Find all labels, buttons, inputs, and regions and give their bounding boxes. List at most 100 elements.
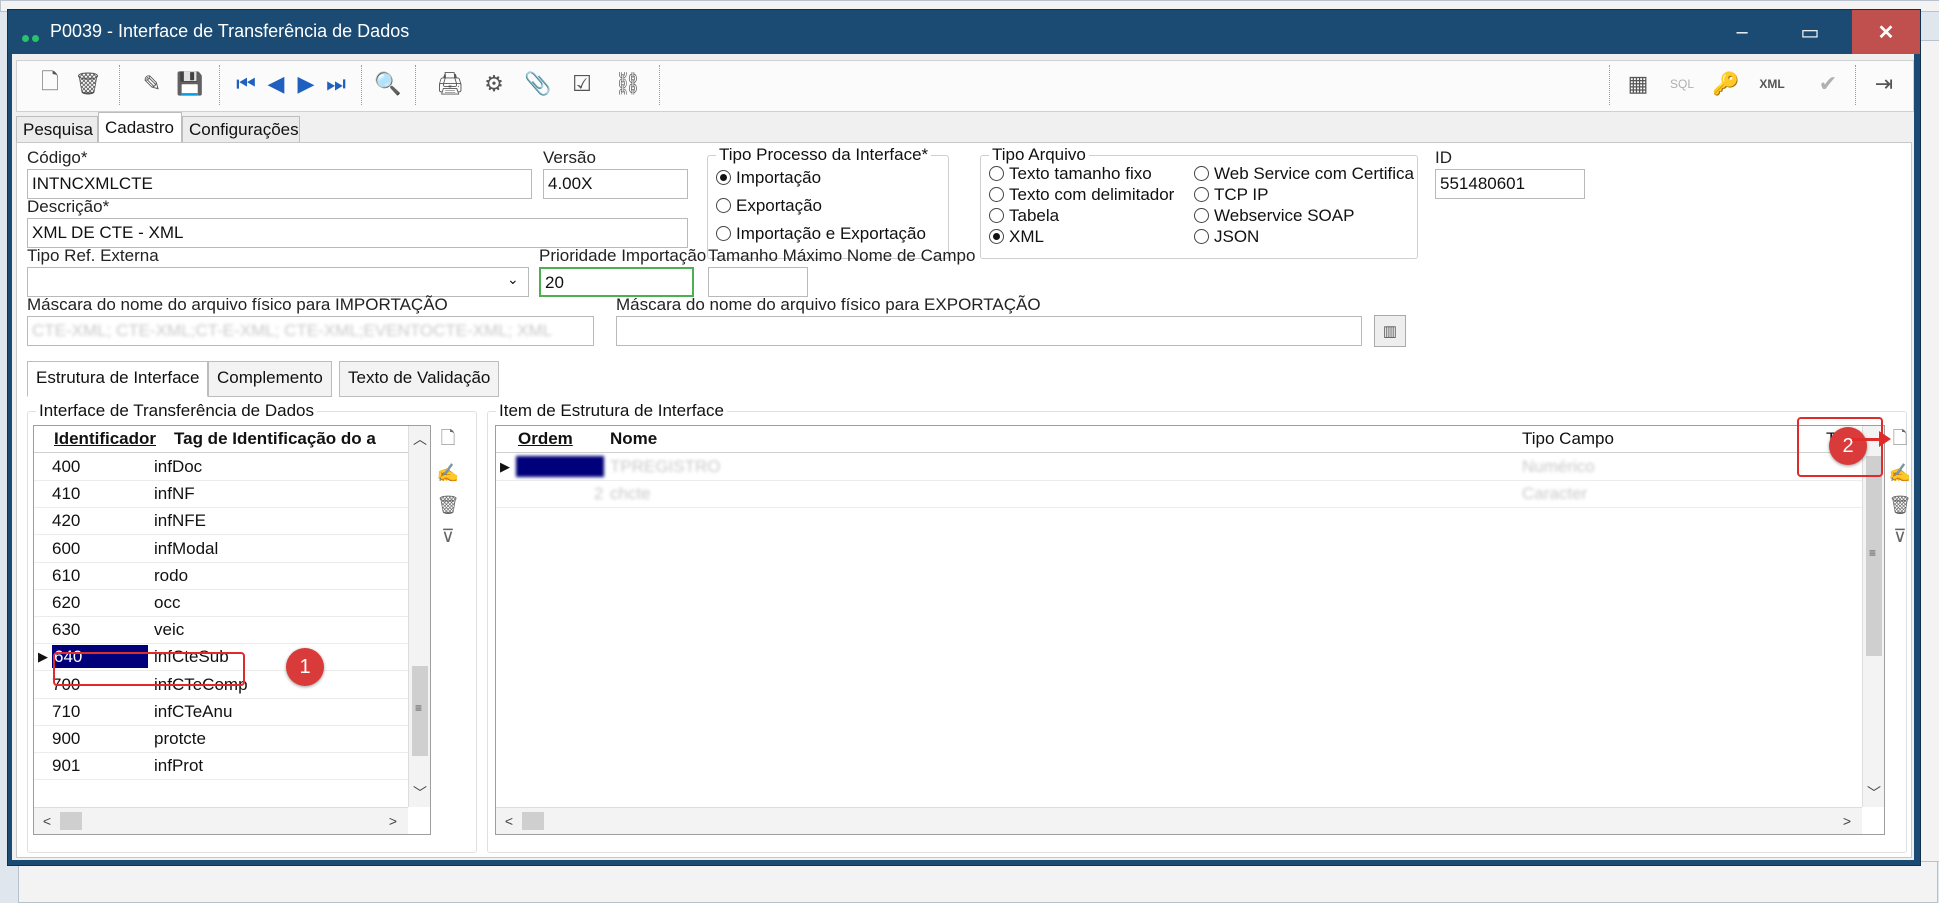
close-button[interactable]: ✕	[1852, 10, 1920, 54]
next-icon[interactable]: ▶	[289, 67, 323, 101]
new-icon[interactable]: 🗋	[33, 67, 67, 101]
interface-grid-header: Identificador Tag de Identificação do a	[34, 426, 430, 453]
radio-xml[interactable]: XML	[989, 227, 1044, 247]
table-row[interactable]: 710 infCTeAnu	[34, 698, 430, 726]
tipo-arquivo-title: Tipo Arquivo	[989, 145, 1089, 165]
table-row[interactable]: 900 protcte	[34, 725, 430, 753]
id-input[interactable]: 551480601	[1435, 169, 1585, 199]
radio-importacao-exportacao[interactable]: Importação e Exportação	[716, 224, 926, 244]
table-row[interactable]: 600 infModal	[34, 535, 430, 563]
chevron-down-icon[interactable]: ⌄	[507, 271, 519, 288]
mascara-exportacao-input[interactable]	[616, 316, 1362, 346]
radio-texto-fixo[interactable]: Texto tamanho fixo	[989, 164, 1152, 184]
check-icon[interactable]: ☑	[565, 67, 599, 101]
add-row-icon[interactable]: 🗋	[435, 428, 461, 454]
identificador-cell: 600	[52, 538, 81, 558]
codigo-input[interactable]: INTNCXMLCTE	[27, 169, 532, 199]
table-row[interactable]: ▶ 1 TPREGISTRO Numérico	[496, 453, 1884, 481]
save-icon[interactable]: 💾	[173, 67, 207, 101]
mascara-importacao-label: Máscara do nome do arquivo físico para I…	[27, 295, 448, 314]
filter-icon[interactable]: ⊽	[435, 523, 461, 549]
item-hscroll[interactable]: < >	[496, 807, 1862, 834]
attach-icon[interactable]: 📎	[521, 67, 555, 101]
interface-group-title: Interface de Transferência de Dados	[36, 401, 317, 421]
subtab-estrutura[interactable]: Estrutura de Interface	[27, 361, 209, 397]
table-row[interactable]: 620 occ	[34, 589, 430, 617]
scroll-left-icon[interactable]: <	[36, 810, 58, 832]
grip-icon: ≡	[1869, 546, 1877, 560]
radio-exportacao[interactable]: Exportação	[716, 196, 822, 216]
table-row[interactable]: 400 infDoc	[34, 453, 430, 481]
col-tipo-campo[interactable]: Tipo Campo	[1522, 429, 1614, 449]
first-icon[interactable]: ⏮	[229, 67, 263, 101]
sql-icon[interactable]: SQL	[1665, 67, 1699, 101]
table-row[interactable]: 630 veic	[34, 616, 430, 645]
toolbar: 🗋 🗑 ✎ 💾 ⏮ ◀ ▶ ⏭ 🔍 🖨 ⚙ 📎 ☑ ⛓ ▦ SQL 🔑 XML …	[16, 60, 1914, 112]
edit-row-icon[interactable]: ✍	[435, 460, 461, 486]
annotation-badge-1: 1	[286, 648, 324, 686]
confirm-icon[interactable]: ✔	[1811, 67, 1845, 101]
col-tag[interactable]: Tag de Identificação do a	[174, 429, 404, 449]
tab-configuracoes[interactable]: Configurações	[182, 116, 300, 143]
prev-icon[interactable]: ◀	[259, 67, 293, 101]
mascara-importacao-input[interactable]: CTE-XML; CTE-XML;CT-E-XML; CTE-XML;EVENT…	[27, 316, 594, 346]
delete-row-icon[interactable]: 🗑	[435, 492, 461, 518]
radio-webservice-soap[interactable]: Webservice SOAP	[1194, 206, 1354, 226]
row-pointer-icon: ▶	[500, 459, 510, 474]
col-ordem[interactable]: Ordem	[518, 429, 573, 449]
edit-icon[interactable]: ✎	[135, 67, 169, 101]
table-row[interactable]: 610 rodo	[34, 562, 430, 590]
chart-icon[interactable]: ▥	[1374, 315, 1406, 347]
scroll-left-icon[interactable]: <	[498, 810, 520, 832]
subtab-texto-validacao[interactable]: Texto de Validação	[339, 361, 500, 397]
edit-item-icon[interactable]: ✍	[1887, 460, 1913, 486]
minimize-button[interactable]: ‒	[1708, 10, 1776, 54]
calc-icon[interactable]: ▦	[1621, 67, 1655, 101]
exit-icon[interactable]: ⇥	[1867, 67, 1901, 101]
tipo-ref-select[interactable]	[27, 267, 529, 297]
prioridade-label: Prioridade Importação	[539, 246, 707, 265]
maximize-button[interactable]: ▭	[1776, 10, 1844, 54]
delete-item-icon[interactable]: 🗑	[1887, 492, 1913, 518]
delete-icon[interactable]: 🗑	[71, 67, 105, 101]
tamanho-input[interactable]	[708, 267, 808, 297]
prioridade-input[interactable]: 20	[539, 267, 694, 297]
scroll-down-icon[interactable]: ﹀	[409, 782, 430, 804]
col-identificador[interactable]: Identificador	[54, 429, 156, 449]
interface-vscroll[interactable]: ︿ ≡ ﹀	[408, 426, 430, 807]
xml-icon[interactable]: XML	[1755, 67, 1789, 101]
hscroll-thumb[interactable]	[60, 812, 82, 830]
item-vscroll[interactable]: ≡ ﹀	[1862, 426, 1884, 807]
radio-json[interactable]: JSON	[1194, 227, 1259, 247]
key-icon[interactable]: 🔑	[1709, 67, 1743, 101]
radio-importacao[interactable]: Importação	[716, 168, 821, 188]
print-icon[interactable]: 🖨	[433, 67, 467, 101]
search-icon[interactable]: 🔍	[371, 67, 405, 101]
descricao-input[interactable]: XML DE CTE - XML	[27, 218, 688, 248]
versao-input[interactable]: 4.00X	[543, 169, 688, 199]
scroll-right-icon[interactable]: >	[382, 810, 404, 832]
ordem-cell: 2	[594, 484, 604, 503]
settings-icon[interactable]: ⚙	[477, 67, 511, 101]
radio-web-service-certificado[interactable]: Web Service com Certifica	[1194, 164, 1414, 184]
last-icon[interactable]: ⏭	[319, 67, 353, 101]
radio-tcp-ip[interactable]: TCP IP	[1194, 185, 1268, 205]
scroll-up-icon[interactable]: ︿	[409, 428, 430, 450]
table-row[interactable]: 420 infNFE	[34, 507, 430, 536]
scroll-down-icon[interactable]: ﹀	[1863, 782, 1884, 804]
hscroll-thumb[interactable]	[522, 812, 544, 830]
link-icon[interactable]: ⛓	[611, 67, 645, 101]
table-row[interactable]: 410 infNF	[34, 480, 430, 509]
scroll-right-icon[interactable]: >	[1836, 810, 1858, 832]
tab-pesquisa[interactable]: Pesquisa	[16, 116, 98, 143]
tag-cell: protcte	[154, 729, 206, 748]
interface-hscroll[interactable]: < >	[34, 807, 408, 834]
subtab-complemento[interactable]: Complemento	[208, 361, 332, 397]
radio-tabela[interactable]: Tabela	[989, 206, 1059, 226]
filter-item-icon[interactable]: ⊽	[1887, 523, 1913, 549]
table-row[interactable]: 2 chcte Caracter	[496, 480, 1884, 508]
radio-texto-delimitador[interactable]: Texto com delimitador	[989, 185, 1174, 205]
col-nome[interactable]: Nome	[610, 429, 657, 449]
tab-cadastro[interactable]: Cadastro	[98, 112, 182, 143]
table-row[interactable]: 901 infProt	[34, 752, 430, 781]
